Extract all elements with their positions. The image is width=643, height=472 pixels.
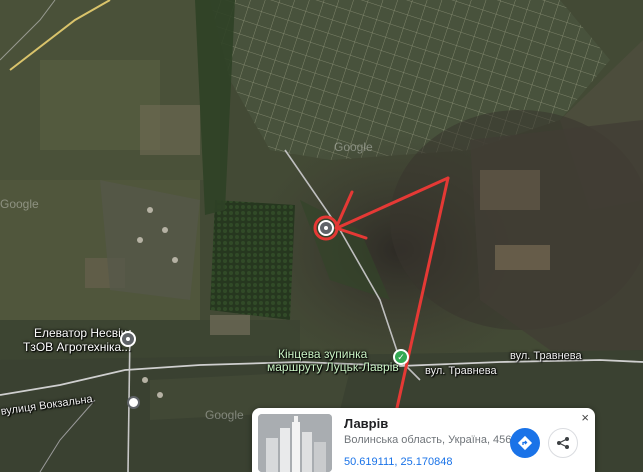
google-watermark: Google <box>334 140 373 154</box>
google-watermark: Google <box>0 197 39 211</box>
elevator-label-line2: ТзОВ Агротехніка... <box>23 340 132 354</box>
place-thumbnail[interactable] <box>258 414 332 472</box>
close-button[interactable]: × <box>581 410 589 425</box>
google-watermark: Google <box>205 408 244 422</box>
place-info-card[interactable]: Лаврів Волинська область, Україна, 45663… <box>252 408 595 472</box>
bus-stop-label-line2: маршруту Луцьк-Лаврів <box>267 360 399 374</box>
elevator-pin-icon[interactable] <box>120 331 136 347</box>
elevator-label-line1: Елеватор Несвіч <box>34 326 128 340</box>
bus-station-icon[interactable] <box>127 396 140 409</box>
bus-stop-icon[interactable]: ✓ <box>393 349 409 365</box>
street-label-travneva-2: вул. Травнева <box>510 350 582 362</box>
place-title: Лаврів <box>344 416 389 431</box>
building-image-icon <box>258 414 332 472</box>
directions-button[interactable] <box>510 428 540 458</box>
directions-icon <box>517 435 533 451</box>
share-button[interactable] <box>548 428 578 458</box>
place-address: Волинська область, Україна, 45663 <box>344 434 524 446</box>
satellite-map[interactable] <box>0 0 643 472</box>
street-label-travneva: вул. Травнева <box>425 365 497 377</box>
place-coordinates[interactable]: 50.619111, 25.170848 <box>344 456 452 468</box>
share-icon <box>557 437 569 449</box>
location-pin-icon[interactable] <box>318 220 334 236</box>
